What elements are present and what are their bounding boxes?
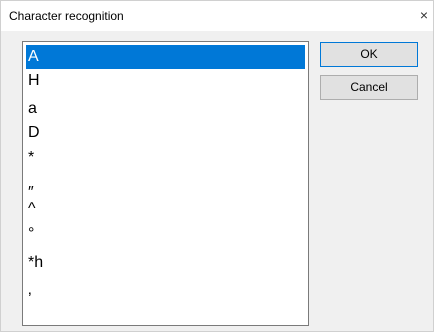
list-item[interactable]: H: [26, 69, 305, 93]
list-item[interactable]: a: [26, 97, 305, 121]
list-item[interactable]: D: [26, 121, 305, 145]
character-recognition-dialog: Character recognition × A H a D * ″ ^ ° …: [0, 0, 434, 332]
list-item[interactable]: ‚: [26, 278, 305, 302]
title-bar: Character recognition ×: [1, 1, 433, 31]
list-item[interactable]: ^: [26, 197, 305, 221]
ok-button[interactable]: OK: [320, 42, 418, 67]
list-item[interactable]: A: [26, 45, 305, 69]
dialog-title: Character recognition: [9, 9, 124, 23]
cancel-button[interactable]: Cancel: [320, 75, 418, 100]
list-item[interactable]: °: [26, 222, 305, 246]
close-icon[interactable]: ×: [417, 7, 431, 23]
list-item[interactable]: *h: [26, 251, 305, 275]
character-listbox[interactable]: A H a D * ″ ^ ° *h ‚: [22, 41, 309, 326]
